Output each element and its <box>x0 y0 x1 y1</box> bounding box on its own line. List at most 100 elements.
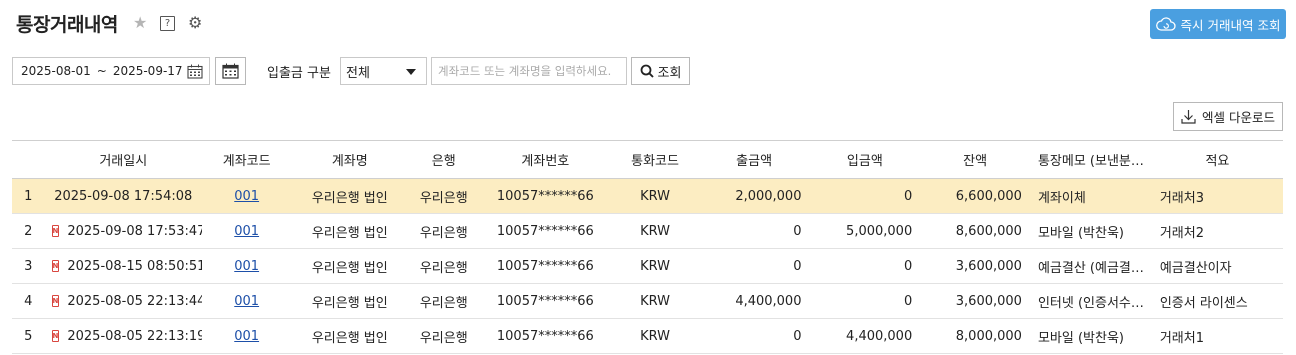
cell-account-name: 우리은행 법인 <box>291 213 409 249</box>
cell-balance: 8,000,000 <box>920 318 1030 354</box>
new-badge-icon: N <box>51 260 60 272</box>
table-header-row: 거래일시 계좌코드 계좌명 은행 계좌번호 통화코드 출금액 입금액 잔액 통장… <box>12 140 1283 179</box>
account-search-input[interactable]: 계좌코드 또는 계좌명을 입력하세요. <box>431 57 627 85</box>
cell-withdrawal: 2,000,000 <box>698 178 810 214</box>
cell-deposit: 0 <box>809 283 921 319</box>
cell-deposit: 5,000,000 <box>809 213 921 249</box>
column-header-currency[interactable]: 통화코드 <box>611 140 699 179</box>
date-range-input[interactable]: 2025-08-01 ~ 2025-09-17 <box>12 57 210 85</box>
cell-account-code: 001 <box>201 283 292 319</box>
table-row[interactable]: 4 N 2025-08-05 22:13:44 001 우리은행 법인 우리은행 10057… <box>12 283 1283 319</box>
cell-currency: KRW <box>611 178 699 214</box>
column-header-withdrawal[interactable]: 출금액 <box>698 140 810 179</box>
cell-summary: 거래처2 <box>1151 213 1283 249</box>
cell-account-number: 10057******66 <box>479 248 612 284</box>
cell-summary: 거래처1 <box>1151 318 1283 354</box>
cell-bank: 우리은행 <box>408 283 480 319</box>
cell-datetime: N 2025-08-05 22:13:44 <box>44 283 202 319</box>
cell-balance: 3,600,000 <box>920 248 1030 284</box>
calendar-button[interactable] <box>215 57 246 85</box>
cell-withdrawal: 0 <box>698 318 810 354</box>
column-header-datetime[interactable]: 거래일시 <box>44 140 202 179</box>
account-code-link[interactable]: 001 <box>234 224 259 239</box>
cell-memo: 모바일 (박찬욱) <box>1029 318 1152 354</box>
cell-account-name: 우리은행 법인 <box>291 178 409 214</box>
help-icon[interactable]: ? <box>160 16 175 31</box>
chevron-down-icon <box>406 69 416 75</box>
cell-summary: 예금결산이자 <box>1151 248 1283 284</box>
calendar-icon[interactable] <box>187 64 203 79</box>
cell-bank: 우리은행 <box>408 248 480 284</box>
search-button[interactable]: 조회 <box>631 57 690 85</box>
inout-type-label: 입출금 구분 <box>267 66 331 81</box>
datetime-text: 2025-08-05 22:13:44 <box>67 293 202 309</box>
download-icon <box>1181 110 1196 124</box>
column-header-bank[interactable]: 은행 <box>408 140 480 179</box>
datetime-text: 2025-09-08 17:54:08 <box>54 188 193 204</box>
column-header-account-name[interactable]: 계좌명 <box>291 140 409 179</box>
row-number: 4 <box>12 283 45 319</box>
table-row[interactable]: 5 N 2025-08-05 22:13:19 001 우리은행 법인 우리은행 10057… <box>12 318 1283 354</box>
inout-type-value: 전체 <box>346 65 370 81</box>
account-code-link[interactable]: 001 <box>234 259 259 274</box>
cell-account-number: 10057******66 <box>479 213 612 249</box>
cell-account-code: 001 <box>201 318 292 354</box>
new-badge-icon: N <box>51 295 60 307</box>
row-number: 1 <box>12 178 45 214</box>
page-title: 통장거래내역 <box>16 14 118 36</box>
search-icon <box>640 64 654 78</box>
date-to: 2025-09-17 <box>112 64 183 78</box>
cell-memo: 인터넷 (인증서수… <box>1029 283 1152 319</box>
cell-datetime: 2025-09-08 17:54:08 <box>44 178 202 214</box>
settings-gear-icon[interactable]: ⚙ <box>188 13 202 32</box>
table-row[interactable]: 1 2025-09-08 17:54:08 001 우리은행 법인 우리은행 10057*… <box>12 178 1283 214</box>
cell-account-name: 우리은행 법인 <box>291 318 409 354</box>
cell-deposit: 4,400,000 <box>809 318 921 354</box>
cell-balance: 6,600,000 <box>920 178 1030 214</box>
cell-datetime: N 2025-08-05 22:13:19 <box>44 318 202 354</box>
cell-memo: 모바일 (박찬욱) <box>1029 213 1152 249</box>
realtime-query-label: 즉시 거래내역 조회 <box>1180 17 1281 33</box>
cell-account-number: 10057******66 <box>479 318 612 354</box>
datetime-text: 2025-09-08 17:53:47 <box>67 223 202 239</box>
excel-download-button[interactable]: 엑셀 다운로드 <box>1173 102 1283 131</box>
row-number: 3 <box>12 248 45 284</box>
cell-account-name: 우리은행 법인 <box>291 248 409 284</box>
cell-currency: KRW <box>611 318 699 354</box>
cell-account-name: 우리은행 법인 <box>291 283 409 319</box>
column-header-deposit[interactable]: 입금액 <box>809 140 921 179</box>
column-header-balance[interactable]: 잔액 <box>920 140 1030 179</box>
cell-withdrawal: 0 <box>698 213 810 249</box>
favorite-star-icon[interactable]: ★ <box>133 14 147 32</box>
column-header-memo[interactable]: 통장메모 (보낸분… <box>1029 140 1152 179</box>
cell-account-code: 001 <box>201 213 292 249</box>
cell-deposit: 0 <box>809 248 921 284</box>
cell-account-number: 10057******66 <box>479 283 612 319</box>
new-badge-icon: N <box>51 330 60 342</box>
cell-withdrawal: 4,400,000 <box>698 283 810 319</box>
row-number: 2 <box>12 213 45 249</box>
cell-datetime: N 2025-09-08 17:53:47 <box>44 213 202 249</box>
cell-deposit: 0 <box>809 178 921 214</box>
cell-account-number: 10057******66 <box>479 178 612 214</box>
table-row[interactable]: 3 N 2025-08-15 08:50:51 001 우리은행 법인 우리은행 10057… <box>12 248 1283 284</box>
cell-memo: 계좌이체 <box>1029 178 1152 214</box>
column-header-no <box>12 140 45 179</box>
cell-account-code: 001 <box>201 178 292 214</box>
account-code-link[interactable]: 001 <box>234 189 259 204</box>
account-code-link[interactable]: 001 <box>234 294 259 309</box>
table-row[interactable]: 2 N 2025-09-08 17:53:47 001 우리은행 법인 우리은행 10057… <box>12 213 1283 249</box>
row-number: 5 <box>12 318 45 354</box>
search-button-label: 조회 <box>657 65 682 81</box>
cloud-refresh-icon <box>1155 17 1176 31</box>
cell-currency: KRW <box>611 248 699 284</box>
account-code-link[interactable]: 001 <box>234 329 259 344</box>
column-header-summary[interactable]: 적요 <box>1151 140 1283 179</box>
realtime-transaction-query-button[interactable]: 즉시 거래내역 조회 <box>1150 9 1286 39</box>
cell-summary: 인증서 라이센스 <box>1151 283 1283 319</box>
inout-type-select[interactable]: 전체 <box>340 57 427 85</box>
cell-account-code: 001 <box>201 248 292 284</box>
cell-balance: 3,600,000 <box>920 283 1030 319</box>
column-header-account-code[interactable]: 계좌코드 <box>201 140 292 179</box>
column-header-account-number[interactable]: 계좌번호 <box>479 140 612 179</box>
